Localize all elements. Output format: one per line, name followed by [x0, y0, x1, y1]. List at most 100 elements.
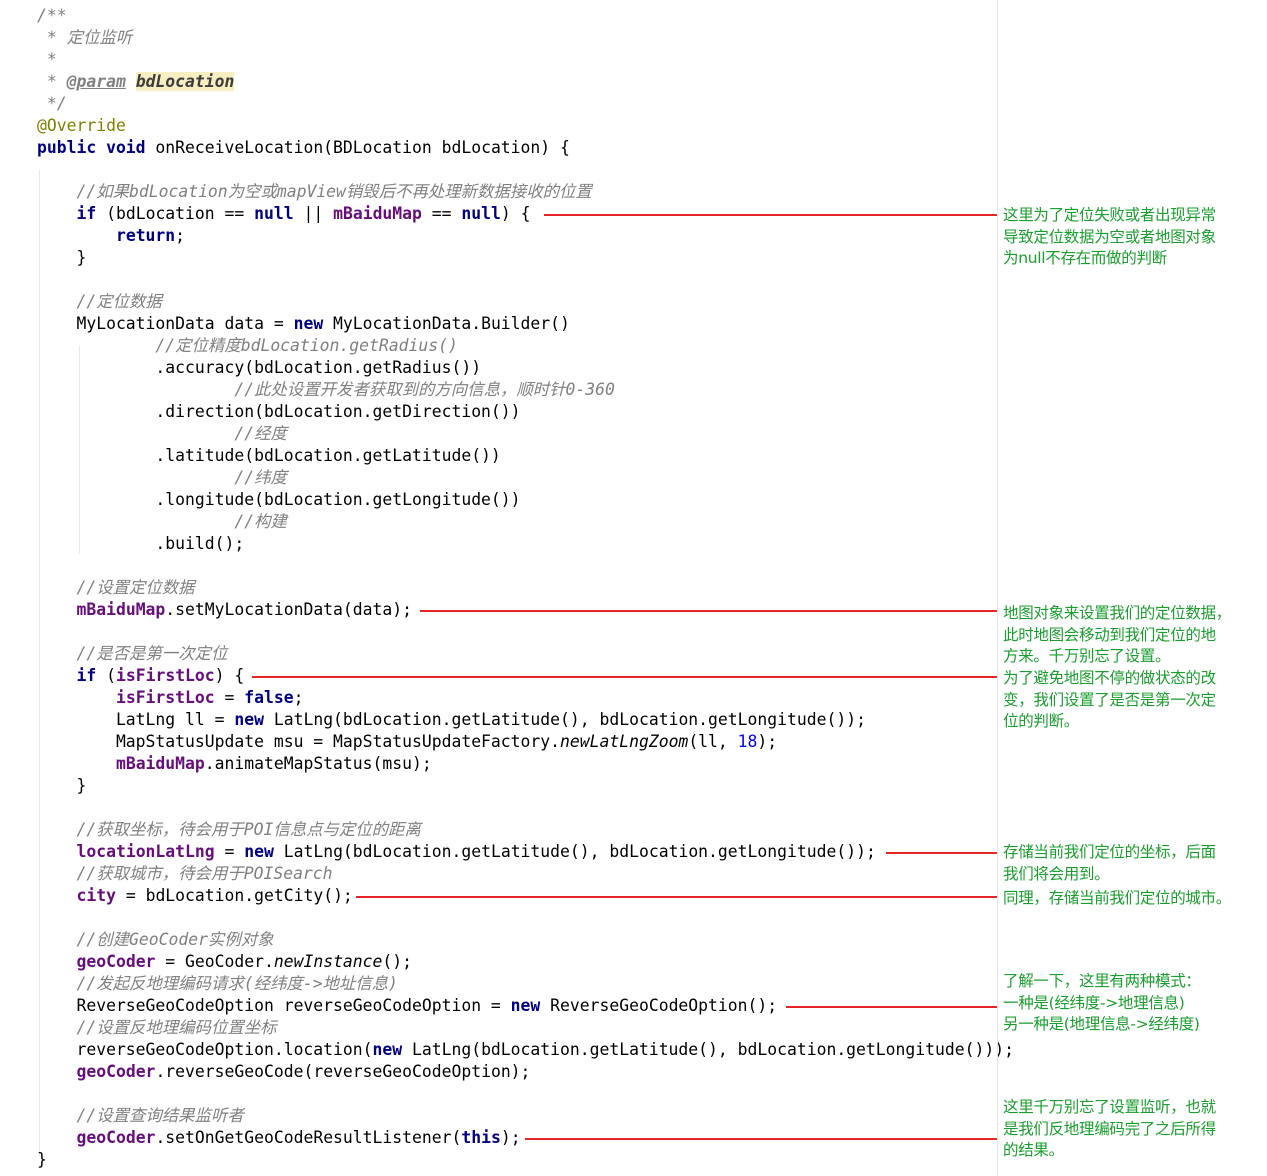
- code-line[interactable]: //定位精度bdLocation.getRadius(): [37, 335, 457, 357]
- code-token: //获取城市，待会用于POISearch: [37, 864, 333, 883]
- code-token: ReverseGeoCodeOption reverseGeoCodeOptio…: [37, 996, 511, 1015]
- code-line[interactable]: //设置定位数据: [37, 577, 195, 599]
- code-line[interactable]: .build();: [37, 533, 244, 555]
- code-line[interactable]: if (isFirstLoc) {: [37, 665, 244, 687]
- code-line[interactable]: isFirstLoc = false;: [37, 687, 304, 709]
- code-token: null: [254, 204, 294, 223]
- code-token: .longitude(bdLocation.getLongitude()): [37, 490, 521, 509]
- code-token: MyLocationData data =: [37, 314, 294, 333]
- code-token: .direction(bdLocation.getDirection()): [37, 402, 521, 421]
- code-token: );: [500, 1128, 521, 1147]
- code-line[interactable]: *: [37, 49, 57, 71]
- code-line[interactable]: //是否是第一次定位: [37, 643, 227, 665]
- code-line[interactable]: //获取城市，待会用于POISearch: [37, 863, 333, 885]
- code-line[interactable]: /**: [37, 5, 67, 27]
- code-token: //创建GeoCoder实例对象: [37, 930, 274, 949]
- code-token: @Override: [37, 116, 126, 135]
- code-line[interactable]: reverseGeoCodeOption.location(new LatLng…: [37, 1039, 1013, 1061]
- code-line[interactable]: city = bdLocation.getCity();: [37, 885, 353, 907]
- code-line[interactable]: locationLatLng = new LatLng(bdLocation.g…: [37, 841, 876, 863]
- code-token: }: [37, 248, 87, 267]
- code-line[interactable]: .direction(bdLocation.getDirection()): [37, 401, 521, 423]
- code-line[interactable]: @Override: [37, 115, 126, 137]
- code-token: reverseGeoCodeOption.location(: [37, 1040, 373, 1059]
- code-line[interactable]: */: [37, 93, 67, 115]
- code-token: isFirstLoc: [115, 688, 215, 707]
- code-token: bdLocation: [135, 72, 235, 91]
- code-line[interactable]: MapStatusUpdate msu = MapStatusUpdateFac…: [37, 731, 777, 753]
- code-line[interactable]: }: [37, 1149, 47, 1171]
- code-line[interactable]: return;: [37, 225, 185, 247]
- code-line[interactable]: public void onReceiveLocation(BDLocation…: [37, 137, 570, 159]
- code-token: ) {: [214, 666, 245, 685]
- code-line[interactable]: //此处设置开发者获取到的方向信息，顺时针0-360: [37, 379, 615, 401]
- code-token: //设置定位数据: [37, 578, 195, 597]
- code-token: newInstance: [273, 952, 383, 971]
- code-token: geoCoder: [76, 1128, 156, 1147]
- note-null-check: 这里为了定位失败或者出现异常 导致定位数据为空或者地图对象 为null不存在而做…: [1003, 206, 1216, 267]
- code-token: this: [461, 1128, 501, 1147]
- code-line[interactable]: //设置反地理编码位置坐标: [37, 1017, 277, 1039]
- code-token: null: [461, 204, 501, 223]
- code-token: ;: [175, 226, 186, 245]
- code-line[interactable]: //如果bdLocation为空或mapView销毁后不再处理新数据接收的位置: [37, 181, 592, 203]
- code-line[interactable]: mBaiduMap.animateMapStatus(msu);: [37, 753, 432, 775]
- code-token: ) {: [500, 204, 531, 223]
- code-line[interactable]: //构建: [37, 511, 287, 533]
- code-line[interactable]: //获取坐标，待会用于POI信息点与定位的距离: [37, 819, 420, 841]
- annotation-connector: [544, 214, 997, 216]
- code-token: new: [510, 996, 541, 1015]
- code-line[interactable]: geoCoder.setOnGetGeoCodeResultListener(t…: [37, 1127, 521, 1149]
- code-editor[interactable]: /** * 定位监听 * * @param bdLocation */ @Over…: [0, 0, 1014, 1176]
- code-line[interactable]: //经度: [37, 423, 287, 445]
- code-token: //设置查询结果监听者: [37, 1106, 244, 1125]
- note-set-listener: 这里千万别忘了设置监听，也就 是我们反地理编码完了之后所得 的结果。: [1003, 1098, 1216, 1159]
- code-token: .setMyLocationData(data);: [165, 600, 412, 619]
- code-token: new: [234, 710, 264, 729]
- code-token: MapStatusUpdate msu = MapStatusUpdateFac…: [37, 732, 561, 751]
- code-line[interactable]: geoCoder = GeoCoder.newInstance();: [37, 951, 412, 973]
- code-line[interactable]: MyLocationData data = new MyLocationData…: [37, 313, 569, 335]
- code-token: LatLng(bdLocation.getLatitude(), bdLocat…: [273, 842, 876, 861]
- code-line[interactable]: //纬度: [37, 467, 287, 489]
- code-token: //设置反地理编码位置坐标: [37, 1018, 277, 1037]
- code-token: ();: [382, 952, 413, 971]
- code-line[interactable]: //创建GeoCoder实例对象: [37, 929, 274, 951]
- code-line[interactable]: //定位数据: [37, 291, 161, 313]
- code-token: ReverseGeoCodeOption();: [540, 996, 778, 1015]
- code-token: =: [214, 688, 245, 707]
- code-line[interactable]: * @param bdLocation: [37, 71, 235, 93]
- code-token: }: [37, 1150, 47, 1169]
- code-line[interactable]: mBaiduMap.setMyLocationData(data);: [37, 599, 412, 621]
- code-line[interactable]: * 定位监听: [37, 27, 132, 49]
- code-line[interactable]: .accuracy(bdLocation.getRadius()): [37, 357, 481, 379]
- note-two-modes: 了解一下，这里有两种模式： 一种是(经纬度->地理信息) 另一种是(地理信息->…: [1003, 972, 1201, 1033]
- code-token: * 定位监听: [37, 28, 133, 47]
- code-line[interactable]: //设置查询结果监听者: [37, 1105, 244, 1127]
- code-token: ||: [293, 204, 334, 223]
- code-line[interactable]: geoCoder.reverseGeoCode(reverseGeoCodeOp…: [37, 1061, 530, 1083]
- note-first-location: 为了避免地图不停的做状态的改 变，我们设置了是否是第一次定 位的判断。: [1003, 669, 1216, 730]
- code-line[interactable]: .latitude(bdLocation.getLatitude()): [37, 445, 500, 467]
- code-token: );: [757, 732, 778, 751]
- code-line[interactable]: }: [37, 247, 86, 269]
- code-line[interactable]: ReverseGeoCodeOption reverseGeoCodeOptio…: [37, 995, 777, 1017]
- code-line[interactable]: }: [37, 775, 86, 797]
- code-token: = bdLocation.getCity();: [115, 886, 353, 905]
- code-line[interactable]: //发起反地理编码请求(经纬度->地址信息): [37, 973, 397, 995]
- code-token: .animateMapStatus(msu);: [204, 754, 432, 773]
- code-token: //如果bdLocation为空或mapView销毁后不再处理新数据接收的位置: [37, 182, 592, 201]
- code-line[interactable]: if (bdLocation == null || mBaiduMap == n…: [37, 203, 530, 225]
- code-line[interactable]: LatLng ll = new LatLng(bdLocation.getLat…: [37, 709, 866, 731]
- code-token: return: [115, 226, 176, 245]
- code-token: onReceiveLocation(BDLocation bdLocation)…: [145, 138, 570, 157]
- code-line[interactable]: .longitude(bdLocation.getLongitude()): [37, 489, 521, 511]
